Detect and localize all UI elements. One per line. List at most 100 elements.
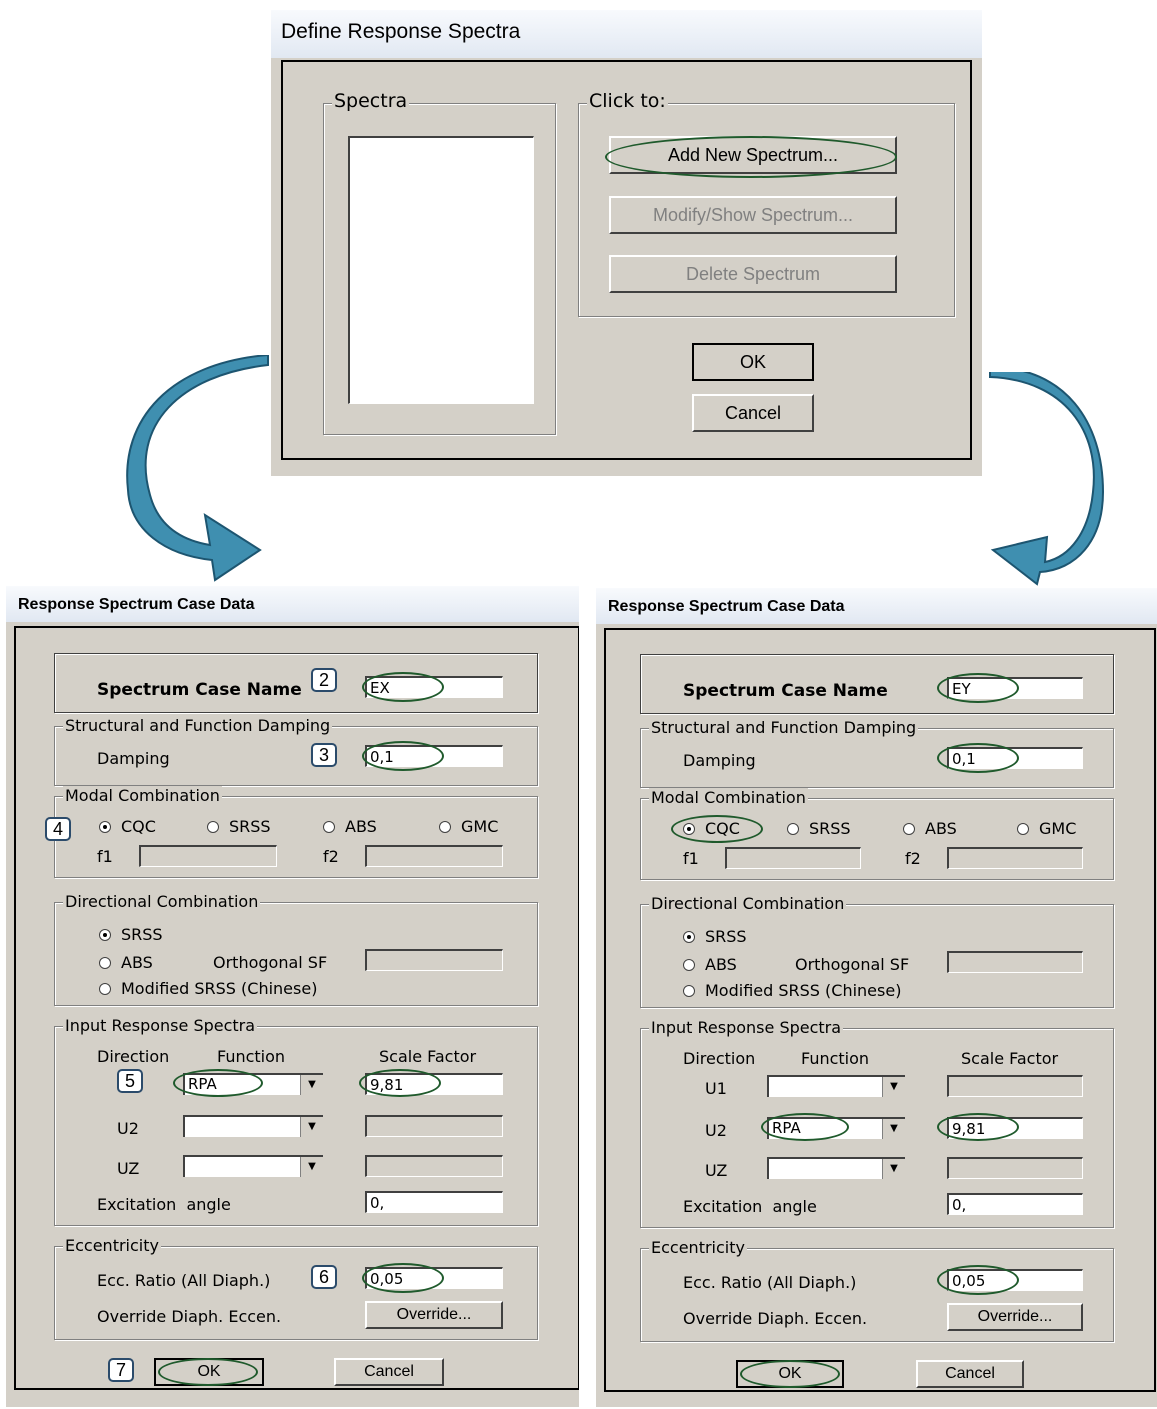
curved-arrow-right-icon — [989, 372, 1105, 586]
radio-dir-modified[interactable] — [683, 985, 695, 997]
modal-combination-group: Modal Combination CQC SRSS ABS GMC f1 f2… — [45, 786, 538, 878]
dialog-titlebar: Response Spectrum Case Data — [596, 588, 1157, 624]
dialog-title: Response Spectrum Case Data — [608, 598, 845, 615]
input-response-spectra-group: Input Response Spectra Direction Functio… — [54, 1016, 538, 1226]
highlight-oval — [740, 1360, 840, 1388]
step-badge-5: 5 — [117, 1069, 143, 1093]
radio-abs[interactable] — [903, 823, 915, 835]
radio-dir-srss[interactable] — [683, 931, 695, 943]
modal-group-title: Modal Combination — [63, 786, 222, 806]
f2-input[interactable] — [365, 845, 503, 867]
radio-srss[interactable] — [207, 821, 219, 833]
delete-spectrum-button[interactable]: Delete Spectrum — [609, 255, 897, 293]
radio-srss[interactable] — [787, 823, 799, 835]
cancel-button[interactable]: Cancel — [916, 1360, 1024, 1388]
excitation-angle-input[interactable]: 0, — [365, 1191, 503, 1213]
damping-group: Structural and Function Damping Damping … — [54, 716, 538, 786]
step-badge-7: 7 — [108, 1358, 134, 1382]
step-2: 2 — [318, 670, 329, 690]
scale-factor-input-1[interactable] — [947, 1075, 1083, 1097]
f1-label: f1 — [97, 847, 113, 866]
radio-gmc[interactable] — [439, 821, 451, 833]
srss-label: SRSS — [809, 819, 851, 838]
damping-group-title: Structural and Function Damping — [649, 718, 919, 738]
f2-label: f2 — [323, 847, 339, 866]
dir-abs-label: ABS — [121, 953, 153, 972]
dir-modified-label: Modified SRSS (Chinese) — [705, 981, 902, 1000]
spectra-group: Spectra — [323, 91, 556, 435]
excitation-angle-input[interactable]: 0, — [947, 1193, 1083, 1215]
orthogonal-sf-label: Orthogonal SF — [213, 953, 328, 972]
highlight-oval — [362, 741, 444, 771]
highlight-oval — [173, 1069, 263, 1097]
cancel-label: Cancel — [364, 1363, 414, 1380]
radio-dir-abs[interactable] — [99, 957, 111, 969]
row-2-direction: U2 — [705, 1121, 727, 1140]
click-to-group: Click to: Add New Spectrum... Modify/Sho… — [578, 91, 955, 317]
f1-input[interactable] — [139, 845, 277, 867]
damping-label: Damping — [683, 751, 756, 770]
step-badge-6: 6 — [311, 1265, 337, 1289]
ok-button[interactable]: OK — [692, 343, 814, 381]
spectra-list[interactable] — [348, 136, 534, 404]
click-to-group-title: Click to: — [587, 90, 668, 112]
dialog-title: Response Spectrum Case Data — [18, 596, 255, 613]
dialog-titlebar: Response Spectrum Case Data — [6, 586, 579, 622]
col-function: Function — [217, 1047, 286, 1066]
modify-spectrum-button[interactable]: Modify/Show Spectrum... — [609, 196, 897, 234]
directional-combination-group: Directional Combination SRSS ABS Orthogo… — [640, 894, 1114, 1008]
highlight-oval — [937, 743, 1019, 773]
step-badge-2: 2 — [311, 668, 337, 692]
row-1-direction: U1 — [705, 1079, 727, 1098]
response-spectrum-case-dialog-ex: Response Spectrum Case Data Spectrum Cas… — [6, 586, 579, 1407]
step-badge-4: 4 — [45, 817, 71, 841]
function-dropdown-3[interactable]: ▼ — [183, 1155, 323, 1177]
f2-input[interactable] — [947, 847, 1083, 869]
radio-dir-modified[interactable] — [99, 983, 111, 995]
radio-gmc[interactable] — [1017, 823, 1029, 835]
ecc-group-title: Eccentricity — [649, 1238, 747, 1258]
directional-combination-group: Directional Combination SRSS ABS Orthogo… — [54, 892, 538, 1006]
dir-abs-label: ABS — [705, 955, 737, 974]
function-dropdown-1[interactable]: ▼ — [767, 1075, 905, 1097]
f1-input[interactable] — [725, 847, 861, 869]
scale-factor-input-3[interactable] — [365, 1155, 503, 1177]
modify-spectrum-label: Modify/Show Spectrum... — [652, 205, 854, 225]
dialog-titlebar: Define Response Spectra — [271, 10, 982, 58]
excitation-angle-label: Excitation angle — [97, 1195, 231, 1214]
dialog-body-frame: Spectrum Case Name EX 2 Structural and F… — [14, 626, 579, 1390]
orthogonal-sf-input[interactable] — [365, 949, 503, 971]
dropdown-arrow-icon: ▼ — [300, 1117, 323, 1137]
cancel-label: Cancel — [724, 403, 782, 423]
override-button-label: Override... — [977, 1308, 1053, 1325]
radio-dir-abs[interactable] — [683, 959, 695, 971]
radio-abs[interactable] — [323, 821, 335, 833]
eccentricity-group: Eccentricity Ecc. Ratio (All Diaph.) 0,0… — [640, 1238, 1114, 1342]
damping-label: Damping — [97, 749, 170, 768]
dropdown-arrow-icon: ▼ — [300, 1075, 323, 1095]
override-label: Override Diaph. Eccen. — [97, 1307, 282, 1326]
step-3: 3 — [318, 745, 329, 765]
override-button-label: Override... — [396, 1306, 472, 1323]
radio-dir-srss[interactable] — [99, 929, 111, 941]
highlight-oval — [937, 1113, 1019, 1141]
override-button[interactable]: Override... — [947, 1303, 1083, 1331]
damping-group: Structural and Function Damping Damping … — [640, 718, 1114, 788]
dir-modified-label: Modified SRSS (Chinese) — [121, 979, 318, 998]
radio-cqc[interactable] — [99, 821, 111, 833]
function-dropdown-3[interactable]: ▼ — [767, 1157, 905, 1179]
orthogonal-sf-input[interactable] — [947, 951, 1083, 973]
cancel-label: Cancel — [945, 1365, 995, 1382]
function-dropdown-2[interactable]: ▼ — [183, 1115, 323, 1137]
modal-combination-group: Modal Combination CQC SRSS ABS GMC f1 f2 — [640, 788, 1114, 880]
cancel-button[interactable]: Cancel — [334, 1358, 444, 1386]
highlight-oval — [937, 673, 1019, 703]
override-button[interactable]: Override... — [365, 1301, 503, 1329]
dialog-body-frame: Spectrum Case Name EY Structural and Fun… — [604, 628, 1156, 1392]
f2-label: f2 — [905, 849, 921, 868]
highlight-oval — [671, 815, 763, 843]
cancel-button[interactable]: Cancel — [692, 394, 814, 432]
scale-factor-input-2[interactable] — [365, 1115, 503, 1137]
scale-factor-input-3[interactable] — [947, 1157, 1083, 1179]
highlight-oval — [362, 672, 444, 702]
